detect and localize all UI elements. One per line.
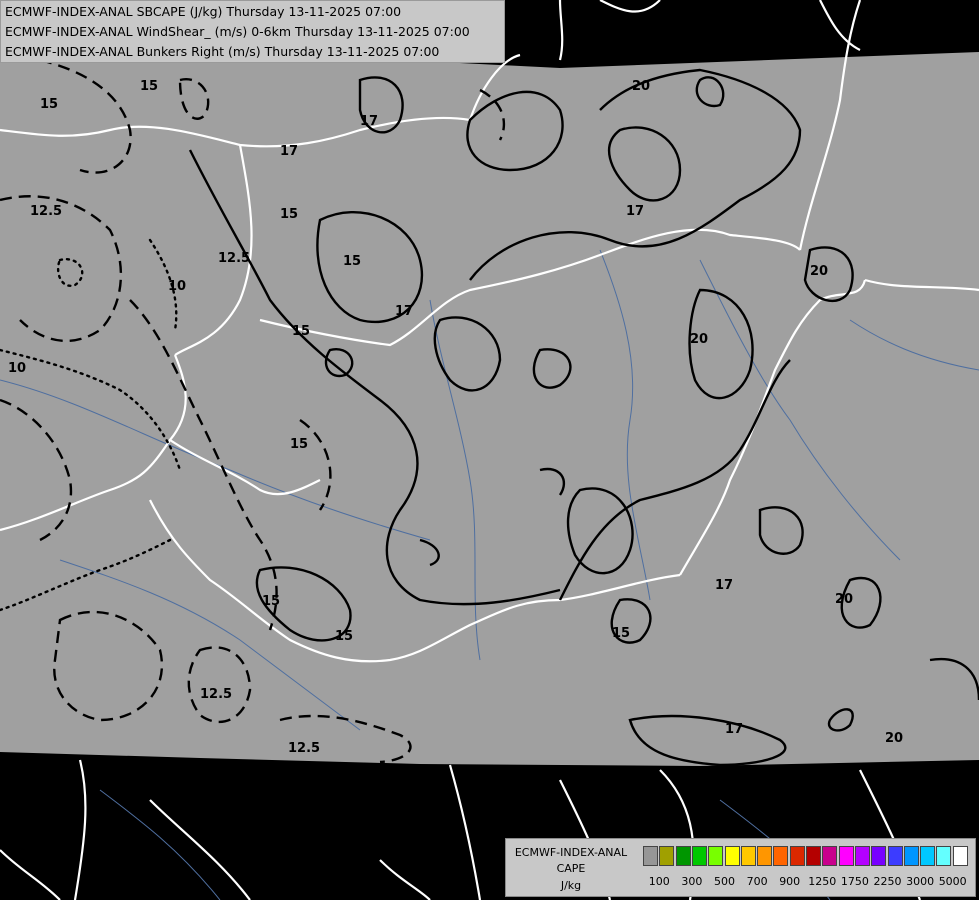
contour-label: 12.5 — [30, 204, 62, 219]
contour-label: 15 — [292, 324, 310, 339]
contour-label: 10 — [168, 279, 186, 294]
legend-swatch — [952, 846, 968, 866]
contour-label: 20 — [632, 79, 650, 94]
contour-label: 12.5 — [200, 687, 232, 702]
legend-swatch — [822, 846, 838, 866]
legend-swatch — [806, 846, 821, 866]
map-header: ECMWF-INDEX-ANAL SBCAPE (J/kg) Thursday … — [0, 0, 505, 63]
contour-label: 20 — [835, 592, 853, 607]
contour-label: 15 — [343, 254, 361, 269]
contour-label: 17 — [715, 578, 733, 593]
legend-swatch — [936, 846, 952, 866]
legend-swatch — [675, 846, 691, 866]
legend-swatch — [643, 846, 658, 866]
legend-swatch — [708, 846, 724, 866]
weather-map: 15 15 15 15 15 15 17 17 17 17 17 17 20 2… — [0, 0, 979, 900]
legend-swatch — [789, 846, 805, 866]
legend-tick: 5000 — [938, 875, 967, 888]
legend-swatch — [854, 846, 870, 866]
legend-swatch — [920, 846, 936, 866]
legend-swatch — [724, 846, 740, 866]
contour-label: 17 — [280, 144, 298, 159]
contour-label: 20 — [690, 332, 708, 347]
contour-label: 15 — [140, 79, 158, 94]
legend-swatch — [757, 846, 773, 866]
contour-label: 15 — [290, 437, 308, 452]
header-line-bunkers: ECMWF-INDEX-ANAL Bunkers Right (m/s) Thu… — [5, 44, 440, 59]
contour-label: 17 — [360, 114, 378, 129]
contour-label: 17 — [725, 722, 743, 737]
legend-swatch — [659, 846, 675, 866]
contour-label: 15 — [262, 594, 280, 609]
legend-title: ECMWF-INDEX-ANAL — [514, 846, 628, 859]
legend-variable: CAPE — [556, 862, 586, 875]
contour-label: 12.5 — [288, 741, 320, 756]
model-domain — [0, 40, 979, 766]
contour-label: 20 — [885, 731, 903, 746]
legend-unit: J/kg — [560, 879, 582, 892]
contour-label: 15 — [40, 97, 58, 112]
contour-label: 15 — [335, 629, 353, 644]
legend-swatch — [773, 846, 789, 866]
legend-swatch — [691, 846, 707, 866]
contour-label: 17 — [626, 204, 644, 219]
legend-swatch — [838, 846, 854, 866]
legend-swatch — [887, 846, 903, 866]
contour-label: 20 — [810, 264, 828, 279]
legend-swatch — [903, 846, 919, 866]
contour-label: 15 — [280, 207, 298, 222]
header-line-windshear: ECMWF-INDEX-ANAL WindShear_ (m/s) 0-6km … — [5, 24, 470, 39]
contour-label: 10 — [8, 361, 26, 376]
legend-swatch — [871, 846, 887, 866]
contour-label: 17 — [395, 304, 413, 319]
header-line-cape: ECMWF-INDEX-ANAL SBCAPE (J/kg) Thursday … — [5, 4, 402, 19]
cape-legend: ECMWF-INDEX-ANAL CAPE J/kg 100 300 500 700 9… — [505, 838, 976, 897]
contour-label: 15 — [612, 626, 630, 641]
contour-label: 12.5 — [218, 251, 250, 266]
legend-swatch — [740, 846, 756, 866]
